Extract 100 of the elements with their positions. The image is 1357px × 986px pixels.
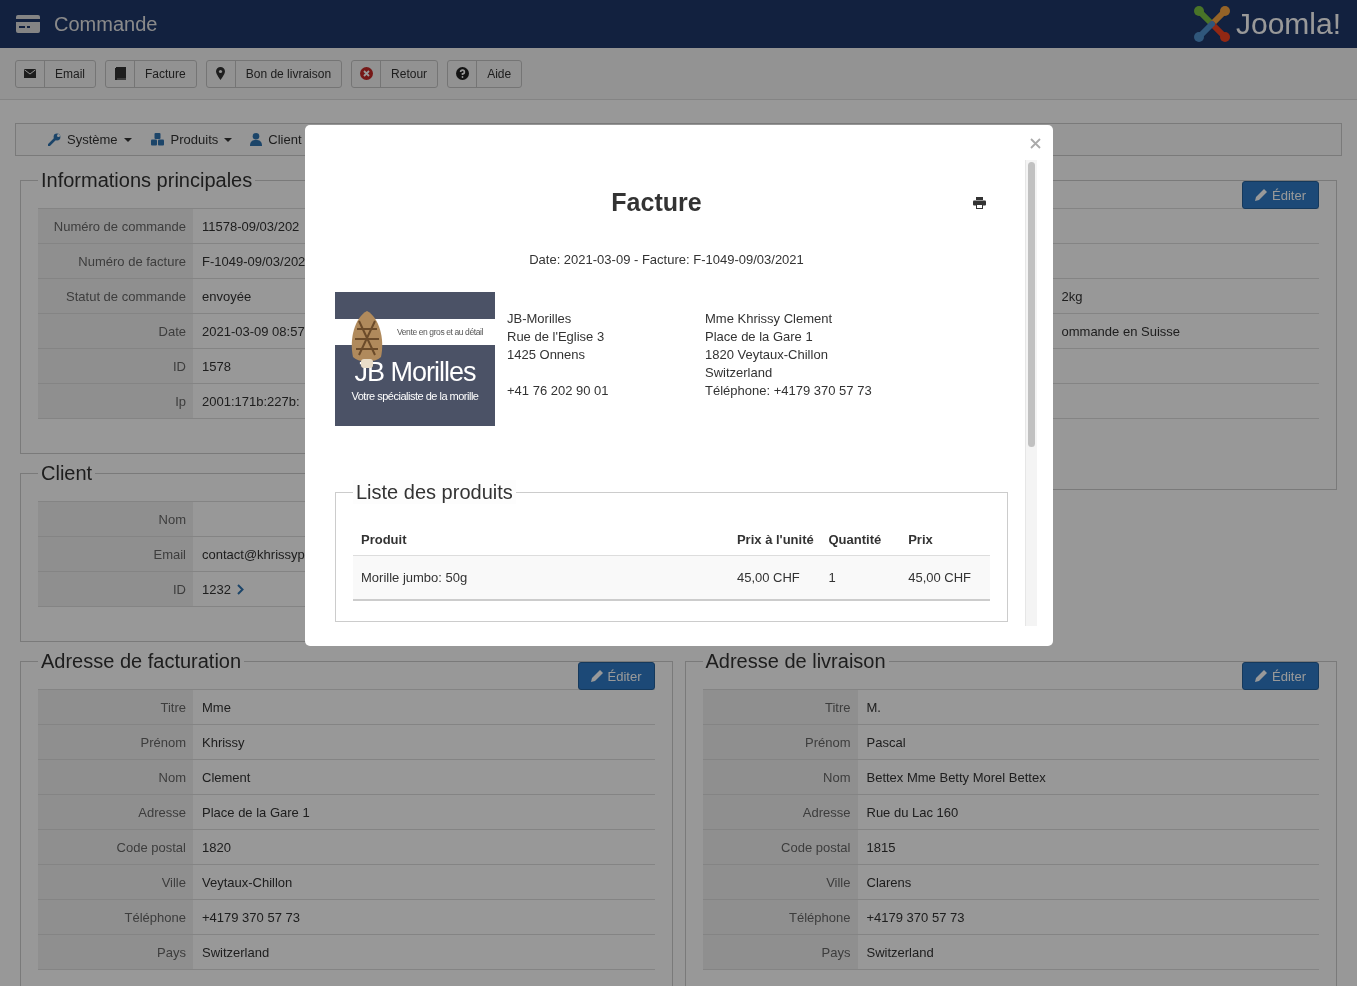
edit-button[interactable]: Éditer [1242,181,1319,209]
field-label: Email [38,537,193,571]
column-header: Quantité [828,532,883,547]
joomla-logo-icon [1191,4,1232,44]
address-line: 1820 Veytaux-Chillon [705,346,829,364]
address-line: 1425 Onnens [507,346,587,364]
column-header: Prix [908,532,934,547]
field-label: ID [38,572,193,606]
field-value: Veytaux-Chillon [202,874,293,890]
field-label: Adresse [702,795,858,829]
field-value: 1232 [202,581,231,597]
field-label: Numéro de commande [38,209,193,243]
menu-item[interactable]: Produits [149,132,233,147]
field-label: Téléphone [38,900,193,934]
field-label: Téléphone [702,900,858,934]
toolbar-button[interactable]: Retour [351,59,439,88]
address-line: Place de la Gare 1 [705,328,814,346]
table-cell-text: 1 [828,570,837,585]
field-value: ommande en Suisse [1061,323,1180,339]
chevron-right-icon[interactable] [236,583,244,595]
field-label: Ville [38,865,193,899]
field-value: Khrissy [202,734,245,750]
field-value: M. [866,699,881,715]
address-line: Rue de l'Eglise 3 [507,328,606,346]
field-label: Pays [702,935,858,969]
table-cell-text: 45,00 CHF [736,570,801,585]
field-value: +4179 370 57 73 [866,909,965,925]
field-label: ID [38,349,193,383]
credit-card-icon [16,15,40,33]
help-icon [455,67,469,80]
address-line: JB-Morilles [507,310,573,328]
column-header: Produit [361,532,408,547]
field-value: Rue du Lac 160 [866,804,959,820]
field-value: Place de la Gare 1 [202,804,310,820]
pencil-icon [1255,189,1268,201]
scrollbar[interactable] [1025,160,1037,626]
book-icon [114,67,126,80]
field-label: Prénom [702,725,858,759]
address-line: Switzerland [705,364,774,382]
wrench-icon [48,133,61,146]
field-label: Prénom [38,725,193,759]
field-value: 2001:171b:227b: [202,393,300,409]
field-label: Nom [38,502,193,536]
field-value: envoyée [202,288,252,304]
invoice-meta: Date: 2021-03-09 - Facture: F-1049-09/03/2021 [528,252,805,267]
field-label: Titre [38,690,193,724]
brand-name: Joomla! [1235,7,1341,41]
field-value: Mme [202,699,231,715]
dialog-title: Facture [611,187,702,217]
edit-button[interactable]: Éditer [577,662,655,690]
pencil-icon [590,670,603,682]
table-cell-text: Morille jumbo: 50g [361,570,469,585]
toolbar-button[interactable]: Facture [105,59,197,88]
envelope-icon [24,69,36,78]
toolbar-button[interactable]: Bon de livraison [205,59,343,88]
field-value: contact@khrissyp [202,546,305,562]
field-label: Ville [702,865,858,899]
field-label: Numéro de facture [38,244,193,278]
field-value: F-1049-09/03/202 [202,253,306,269]
field-value: 2kg [1061,288,1083,304]
field-label: Nom [702,760,858,794]
field-value: 2021-03-09 08:57 [202,323,305,339]
field-label: Ip [38,384,193,418]
field-label: Nom [38,760,193,794]
field-value: +4179 370 57 73 [202,909,300,925]
map-pin-icon [216,67,226,80]
page-title: Commande [54,12,159,36]
table-cell-text: 45,00 CHF [908,570,973,585]
phone-number: +41 76 202 90 01 [507,382,610,400]
field-value: 11578-09/03/202 [202,218,300,234]
field-value: Clarens [866,874,912,890]
toolbar-button[interactable]: Aide [447,59,523,88]
field-value: Pascal [866,734,906,750]
field-label: Titre [702,690,858,724]
field-label: Date [38,314,193,348]
address-line: Téléphone: +4179 370 57 73 [705,382,873,400]
pencil-icon [1255,670,1268,682]
edit-button[interactable]: Éditer [1242,662,1319,690]
column-header: Prix à l'unité [736,532,815,547]
menu-item[interactable]: Client [250,132,302,147]
field-value: Switzerland [202,944,270,960]
field-value: 1815 [866,839,896,855]
close-icon [1030,138,1041,149]
menu-item[interactable]: Système [48,132,132,147]
user-icon [250,133,263,146]
close-button[interactable] [1030,138,1041,149]
printer-icon [973,197,986,209]
field-label: Code postal [702,830,858,864]
field-value: Clement [202,769,251,785]
field-label: Statut de commande [38,279,193,313]
field-value: 1578 [202,358,231,374]
field-label: Adresse [38,795,193,829]
cancel-icon [359,67,373,80]
field-label: Pays [38,935,193,969]
field-value: Bettex Mme Betty Morel Bettex [866,769,1046,785]
print-button[interactable] [973,197,986,209]
cubes-icon [149,133,165,146]
toolbar-button[interactable]: Email [15,59,96,88]
field-label: Code postal [38,830,193,864]
field-value: Switzerland [866,944,934,960]
